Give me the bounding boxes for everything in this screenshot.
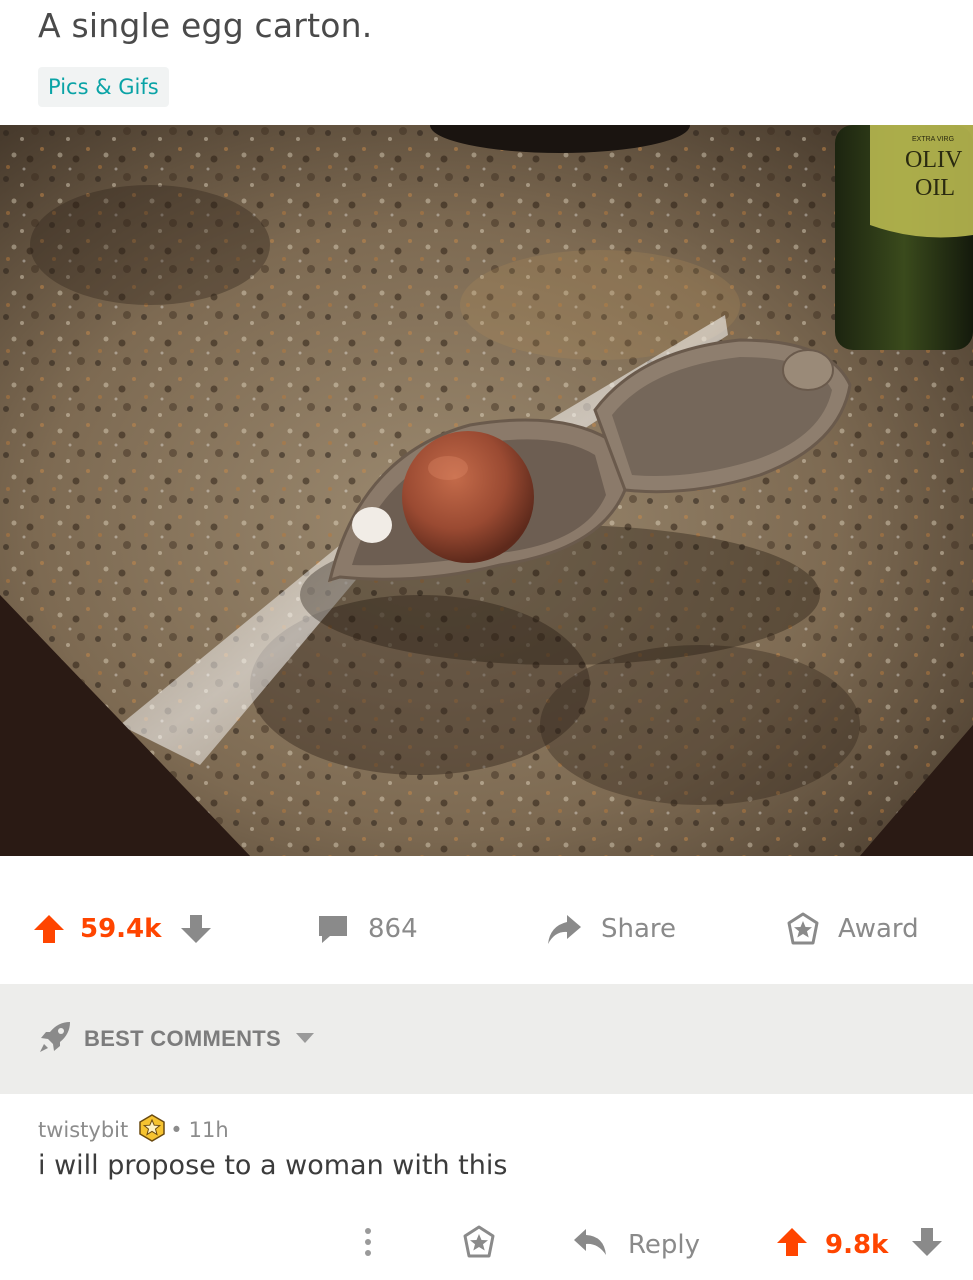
more-vertical-icon <box>358 1225 378 1266</box>
comment-author[interactable]: twistybit <box>38 1118 128 1142</box>
sort-selector[interactable]: BEST COMMENTS <box>38 1020 315 1058</box>
comment-body: i will propose to a woman with this <box>38 1150 508 1181</box>
post-vote-count: 59.4k <box>80 914 162 944</box>
award-label: Award <box>838 914 919 944</box>
comment-vote-count: 9.8k <box>825 1230 889 1260</box>
award-star-icon <box>462 1225 496 1266</box>
post-image[interactable]: OLIV OIL EXTRA VIRG <box>0 125 973 856</box>
reply-arrow-icon <box>572 1226 608 1265</box>
comment-award-button[interactable] <box>462 1222 496 1268</box>
comments-count: 864 <box>368 914 418 944</box>
user-badge-icon <box>138 1113 166 1147</box>
comment-action-bar: Reply 9.8k <box>0 1222 973 1272</box>
post-action-bar: 59.4k 864 Share Award <box>0 888 973 970</box>
share-label: Share <box>601 914 677 944</box>
downvote-icon[interactable] <box>179 912 213 946</box>
comment-sort-bar: BEST COMMENTS <box>0 984 973 1094</box>
rocket-icon <box>38 1020 72 1058</box>
post-title: A single egg carton. <box>38 6 373 45</box>
reply-button[interactable]: Reply <box>572 1222 700 1268</box>
share-arrow-icon <box>545 912 583 946</box>
comment-bubble-icon <box>316 912 350 946</box>
egg-carton-photo: OLIV OIL EXTRA VIRG <box>0 125 973 856</box>
reply-label: Reply <box>628 1230 701 1260</box>
share-button[interactable]: Share <box>545 908 676 950</box>
comment-age: 11h <box>188 1118 229 1142</box>
bottle-label-top: EXTRA VIRG <box>912 136 954 143</box>
comment-vote-group: 9.8k <box>775 1222 944 1268</box>
meta-separator: • <box>170 1118 183 1142</box>
comment-meta: twistybit • 11h <box>38 1113 229 1147</box>
downvote-icon[interactable] <box>910 1225 944 1266</box>
bottle-label: OLIV <box>905 147 963 173</box>
more-options-button[interactable] <box>358 1222 378 1268</box>
chevron-down-icon <box>295 1030 315 1049</box>
upvote-icon[interactable] <box>775 1225 809 1266</box>
post-vote-group: 59.4k <box>32 908 213 950</box>
comments-button[interactable]: 864 <box>316 908 418 950</box>
egg <box>402 431 534 563</box>
award-star-icon <box>786 912 820 946</box>
bottle-label-2: OIL <box>915 175 955 201</box>
upvote-icon[interactable] <box>32 912 66 946</box>
post-flair[interactable]: Pics & Gifs <box>38 67 169 107</box>
sort-label: BEST COMMENTS <box>84 1026 282 1051</box>
award-button[interactable]: Award <box>786 908 919 950</box>
